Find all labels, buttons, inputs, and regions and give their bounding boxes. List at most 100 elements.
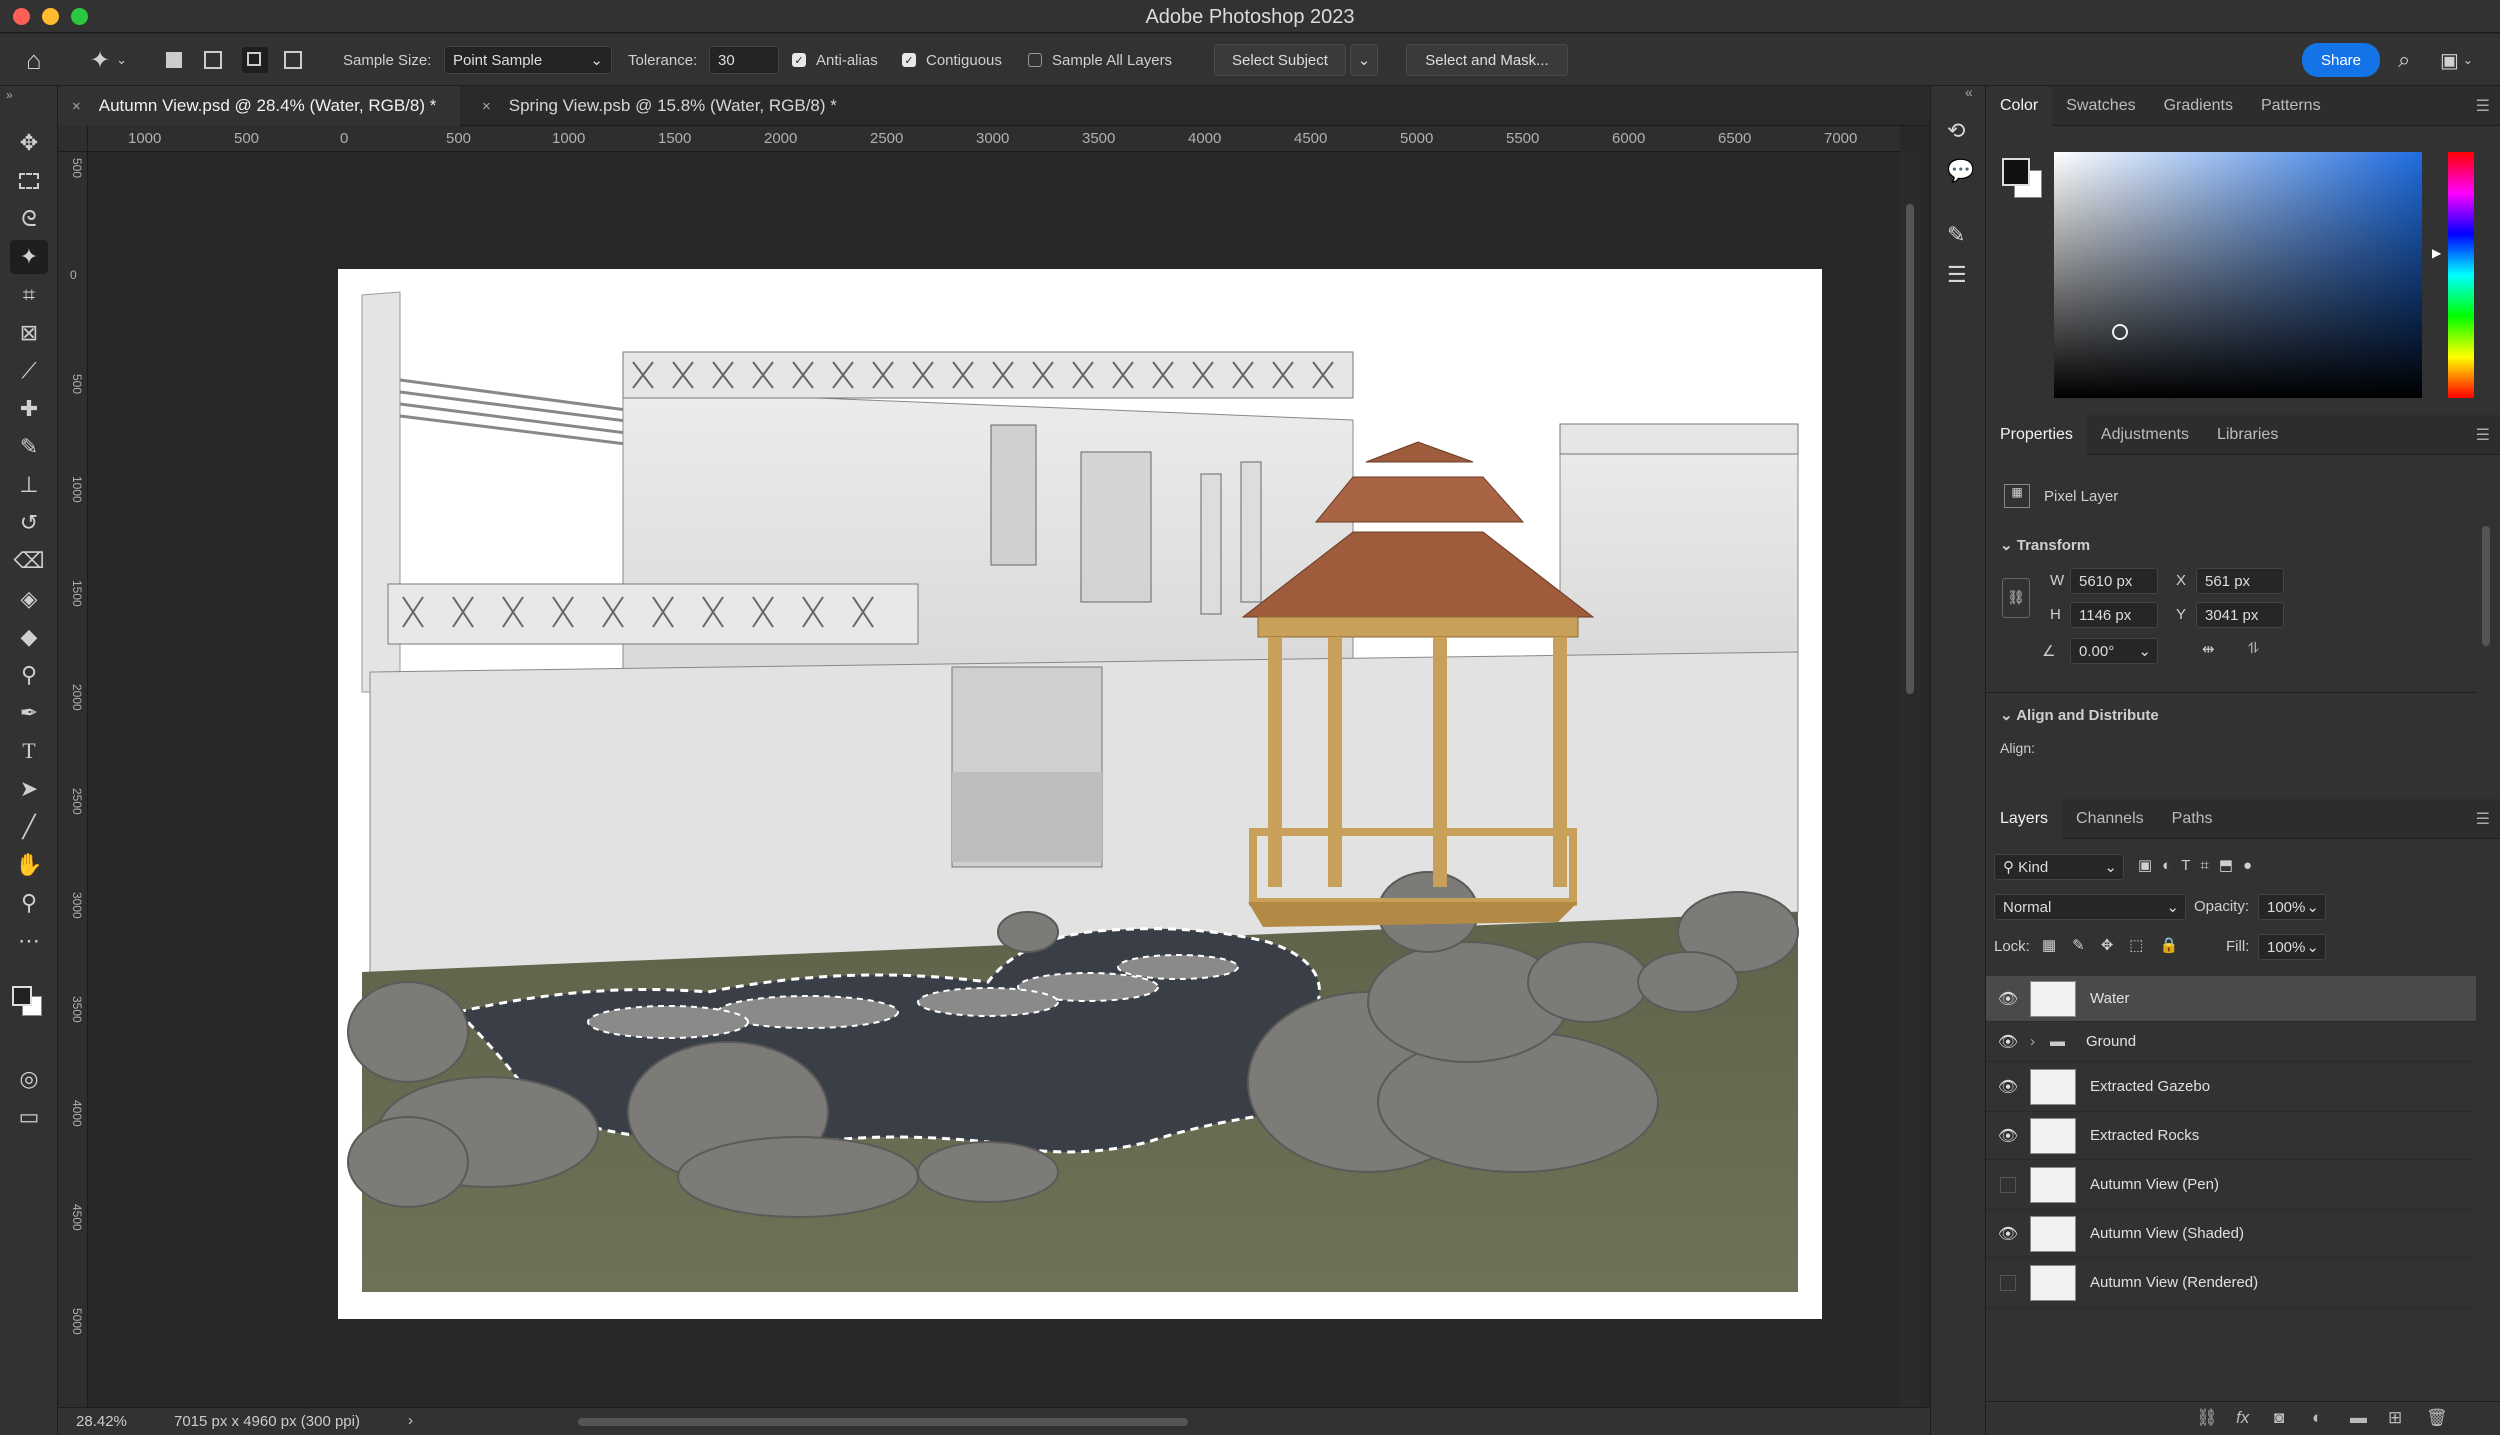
contiguous-checkbox[interactable]: ✓ Contiguous bbox=[902, 34, 1002, 86]
blend-mode-select[interactable]: Normal ⌄ bbox=[1994, 894, 2186, 920]
link-layers-icon[interactable]: ⛓ bbox=[2196, 1408, 2218, 1428]
brush-tool-icon[interactable]: ✎ bbox=[10, 430, 48, 464]
tab-swatches[interactable]: Swatches bbox=[2052, 86, 2149, 126]
move-tool-icon[interactable]: ✥ bbox=[10, 126, 48, 160]
panel-menu-icon[interactable]: ☰ bbox=[2476, 425, 2490, 445]
tab-libraries[interactable]: Libraries bbox=[2203, 415, 2292, 455]
collapse-icon[interactable]: « bbox=[1965, 84, 1973, 100]
layer-kind-filter[interactable]: ⚲ Kind ⌄ bbox=[1994, 854, 2124, 880]
flip-vertical-icon[interactable]: ⥮ bbox=[2248, 640, 2259, 657]
tab-adjustments[interactable]: Adjustments bbox=[2087, 415, 2203, 455]
frame-tool-icon[interactable]: ⊠ bbox=[10, 316, 48, 350]
hue-slider[interactable] bbox=[2448, 152, 2474, 398]
layer-row-water[interactable]: 👁 Water bbox=[1986, 976, 2476, 1022]
fg-bg-colors[interactable] bbox=[2002, 158, 2046, 202]
scroll-thumb[interactable] bbox=[1906, 204, 1914, 694]
eye-icon[interactable]: 👁 bbox=[1986, 989, 2030, 1009]
lock-icons[interactable]: ▦✎✥⬚🔒 bbox=[2042, 936, 2194, 954]
layer-row-autumn-shaded[interactable]: 👁 Autumn View (Shaded) bbox=[1986, 1210, 2476, 1258]
close-icon[interactable]: × bbox=[482, 98, 491, 115]
eraser-tool-icon[interactable]: ⌫ bbox=[10, 544, 48, 578]
angle-field[interactable]: 0.00° ⌄ bbox=[2070, 638, 2158, 664]
magic-wand-tool-icon[interactable]: ✦ bbox=[10, 240, 48, 274]
eye-icon[interactable]: 👁 bbox=[1986, 1126, 2030, 1146]
new-group-icon[interactable]: ▬ bbox=[2350, 1408, 2367, 1428]
crop-tool-icon[interactable]: ⌗ bbox=[10, 278, 48, 312]
anti-alias-checkbox[interactable]: ✓ Anti-alias bbox=[792, 34, 878, 86]
tab-properties[interactable]: Properties bbox=[1986, 414, 2087, 455]
line-tool-icon[interactable]: ╱ bbox=[10, 810, 48, 844]
width-field[interactable]: 5610 px bbox=[2070, 568, 2158, 594]
tab-spring-view[interactable]: × Spring View.psb @ 15.8% (Water, RGB/8) … bbox=[468, 86, 851, 126]
magic-wand-preset-icon[interactable]: ✦ ⌄ bbox=[90, 34, 127, 86]
zoom-level[interactable]: 28.42% bbox=[76, 1413, 127, 1430]
tab-gradients[interactable]: Gradients bbox=[2150, 86, 2247, 126]
lasso-tool-icon[interactable]: ᘓ bbox=[10, 202, 48, 236]
search-icon[interactable]: ⌕ bbox=[2398, 34, 2410, 86]
document-image[interactable] bbox=[88, 152, 1900, 1407]
flip-horizontal-icon[interactable]: ⇹ bbox=[2202, 640, 2215, 658]
y-field[interactable]: 3041 px bbox=[2196, 602, 2284, 628]
home-icon[interactable]: ⌂ bbox=[26, 34, 42, 86]
tab-paths[interactable]: Paths bbox=[2158, 799, 2227, 839]
blur-tool-icon[interactable]: ◆ bbox=[10, 620, 48, 654]
add-mask-icon[interactable]: ◙ bbox=[2274, 1408, 2284, 1428]
intersect-selection-icon[interactable] bbox=[284, 51, 302, 69]
share-button[interactable]: Share bbox=[2302, 43, 2380, 77]
layer-row-ground[interactable]: 👁 › ▬ Ground bbox=[1986, 1022, 2476, 1062]
x-field[interactable]: 561 px bbox=[2196, 568, 2284, 594]
vertical-scrollbar[interactable] bbox=[1900, 152, 1920, 1407]
close-icon[interactable]: × bbox=[72, 98, 81, 115]
horizontal-scroll-thumb[interactable] bbox=[578, 1418, 1188, 1426]
tab-patterns[interactable]: Patterns bbox=[2247, 86, 2335, 126]
eye-icon[interactable]: 👁 bbox=[1986, 1077, 2030, 1097]
layer-row-autumn-rendered[interactable]: Autumn View (Rendered) bbox=[1986, 1258, 2476, 1308]
history-icon[interactable]: ⟲ bbox=[1947, 118, 1965, 144]
brushes-icon[interactable]: ✎ bbox=[1947, 222, 1965, 248]
eyedropper-tool-icon[interactable]: ⟋ bbox=[10, 354, 48, 388]
sample-size-select[interactable]: Point Sample ⌄ bbox=[444, 46, 612, 74]
height-field[interactable]: 1146 px bbox=[2070, 602, 2158, 628]
layer-row-extracted-gazebo[interactable]: 👁 Extracted Gazebo bbox=[1986, 1062, 2476, 1112]
layer-row-extracted-rocks[interactable]: 👁 Extracted Rocks bbox=[1986, 1112, 2476, 1160]
add-selection-icon[interactable] bbox=[204, 51, 222, 69]
tab-autumn-view[interactable]: × Autumn View.psd @ 28.4% (Water, RGB/8) … bbox=[58, 86, 460, 126]
dodge-tool-icon[interactable]: ⚲ bbox=[10, 658, 48, 692]
eye-icon[interactable]: 👁 bbox=[1986, 1032, 2030, 1052]
subtract-selection-icon[interactable] bbox=[242, 47, 268, 73]
opacity-field[interactable]: 100% ⌄ bbox=[2258, 894, 2326, 920]
panel-menu-icon[interactable]: ☰ bbox=[2476, 809, 2490, 829]
ruler-origin[interactable] bbox=[58, 126, 88, 152]
color-swatches[interactable] bbox=[12, 986, 46, 1020]
eye-icon[interactable]: 👁 bbox=[1986, 1224, 2030, 1244]
zoom-tool-icon[interactable]: ⚲ bbox=[10, 886, 48, 920]
marquee-tool-icon[interactable] bbox=[10, 164, 48, 198]
canvas-area[interactable] bbox=[88, 152, 1900, 1407]
color-field[interactable] bbox=[2054, 152, 2422, 398]
tab-layers[interactable]: Layers bbox=[1986, 798, 2063, 839]
history-brush-tool-icon[interactable]: ↺ bbox=[10, 506, 48, 540]
adjustment-layer-icon[interactable]: ◐ bbox=[2312, 1408, 2322, 1428]
clone-stamp-tool-icon[interactable]: ⊥ bbox=[10, 468, 48, 502]
new-selection-icon[interactable] bbox=[166, 52, 182, 68]
quick-mask-icon[interactable]: ◎ bbox=[10, 1062, 48, 1096]
trash-icon[interactable]: 🗑 bbox=[2426, 1408, 2448, 1428]
select-subject-dropdown[interactable]: ⌄ bbox=[1350, 44, 1378, 76]
visibility-toggle[interactable] bbox=[2000, 1274, 2016, 1291]
hand-tool-icon[interactable]: ✋ bbox=[10, 848, 48, 882]
comments-icon[interactable]: 💬 bbox=[1947, 158, 1974, 184]
layer-filter-icons[interactable]: ▣◐T⌗⬒● bbox=[2138, 856, 2262, 874]
panel-menu-icon[interactable]: ☰ bbox=[2476, 96, 2490, 116]
more-tools-icon[interactable]: ⋯ bbox=[10, 924, 48, 958]
type-tool-icon[interactable]: T bbox=[10, 734, 48, 768]
sample-all-layers-checkbox[interactable]: Sample All Layers bbox=[1028, 34, 1172, 86]
adjustments-icon[interactable]: ☰ bbox=[1947, 262, 1967, 288]
select-subject-button[interactable]: Select Subject bbox=[1214, 44, 1346, 76]
tolerance-input[interactable]: 30 bbox=[709, 46, 779, 74]
fx-icon[interactable]: fx bbox=[2236, 1408, 2249, 1428]
link-icon[interactable]: ⛓ bbox=[2002, 578, 2030, 618]
path-selection-tool-icon[interactable]: ➤ bbox=[10, 772, 48, 806]
workspace-icon[interactable]: ▣ ⌄ bbox=[2440, 34, 2473, 86]
screen-mode-icon[interactable]: ▭ bbox=[10, 1100, 48, 1134]
healing-brush-tool-icon[interactable]: ✚ bbox=[10, 392, 48, 426]
